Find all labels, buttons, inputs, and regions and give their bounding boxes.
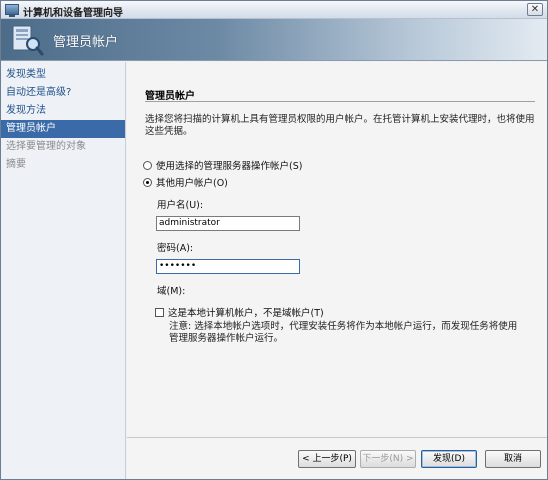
radio-button[interactable] <box>143 161 152 170</box>
wizard-banner: 管理员帐户 <box>1 19 547 61</box>
wizard-content: 管理员帐户 选择您将扫描的计算机上具有管理员权限的用户帐户。在托管计算机上安装代… <box>127 62 547 479</box>
cancel-button[interactable]: 取消 <box>485 450 541 468</box>
section-description: 选择您将扫描的计算机上具有管理员权限的用户帐户。在托管计算机上安装代理时，也将使… <box>145 114 535 137</box>
radio-other-account-label: 其他用户帐户(O) <box>156 178 228 189</box>
username-label: 用户名(U): <box>157 200 204 211</box>
nav-item-administrator-account[interactable]: 管理员帐户 <box>1 120 125 138</box>
domain-label: 域(M): <box>157 286 186 297</box>
radio-action-account[interactable]: 使用选择的管理服务器操作帐户(S) <box>143 158 302 172</box>
computer-search-icon <box>12 25 44 56</box>
window-title: 计算机和设备管理向导 <box>23 8 123 19</box>
back-button[interactable]: < 上一步(P) <box>298 450 356 468</box>
close-button[interactable]: ✕ <box>527 3 543 16</box>
local-account-note: 注意: 选择本地帐户选项时，代理安装任务将作为本地帐户运行，而发现任务将使用管理… <box>169 321 518 344</box>
button-divider <box>127 437 547 438</box>
password-label: 密码(A): <box>157 243 194 254</box>
radio-other-account[interactable]: 其他用户帐户(O) <box>143 175 228 189</box>
local-account-checkbox-label: 这是本地计算机帐户，不是域帐户(T) <box>168 308 324 319</box>
nav-item-discovery-type[interactable]: 发现类型 <box>1 66 125 84</box>
computer-icon <box>5 4 19 17</box>
discover-button[interactable]: 发现(D) <box>421 450 477 468</box>
radio-button-checked[interactable] <box>143 178 152 187</box>
nav-item-auto-or-advanced[interactable]: 自动还是高级? <box>1 84 125 102</box>
wizard-steps-nav: 发现类型 自动还是高级? 发现方法 管理员帐户 选择要管理的对象 摘要 <box>1 62 126 479</box>
title-bar[interactable]: 计算机和设备管理向导 ✕ <box>1 1 547 19</box>
local-account-checkbox-row[interactable]: 这是本地计算机帐户，不是域帐户(T) <box>155 305 324 319</box>
close-icon: ✕ <box>530 4 540 15</box>
password-input[interactable]: ••••••• <box>156 259 300 274</box>
local-account-checkbox[interactable] <box>155 308 164 317</box>
section-title: 管理员帐户 <box>145 91 195 102</box>
radio-action-account-label: 使用选择的管理服务器操作帐户(S) <box>156 161 303 172</box>
nav-item-select-objects: 选择要管理的对象 <box>6 141 86 152</box>
next-button: 下一步(N) > <box>360 450 416 468</box>
nav-item-discovery-method[interactable]: 发现方法 <box>1 102 125 120</box>
wizard-window: 计算机和设备管理向导 ✕ 管理员帐户 发现类型 自动还是高级? 发现方法 管理员… <box>0 0 548 480</box>
nav-item-summary: 摘要 <box>6 159 26 170</box>
username-input[interactable]: administrator <box>156 216 300 231</box>
section-divider <box>145 101 535 102</box>
banner-title: 管理员帐户 <box>53 35 119 50</box>
